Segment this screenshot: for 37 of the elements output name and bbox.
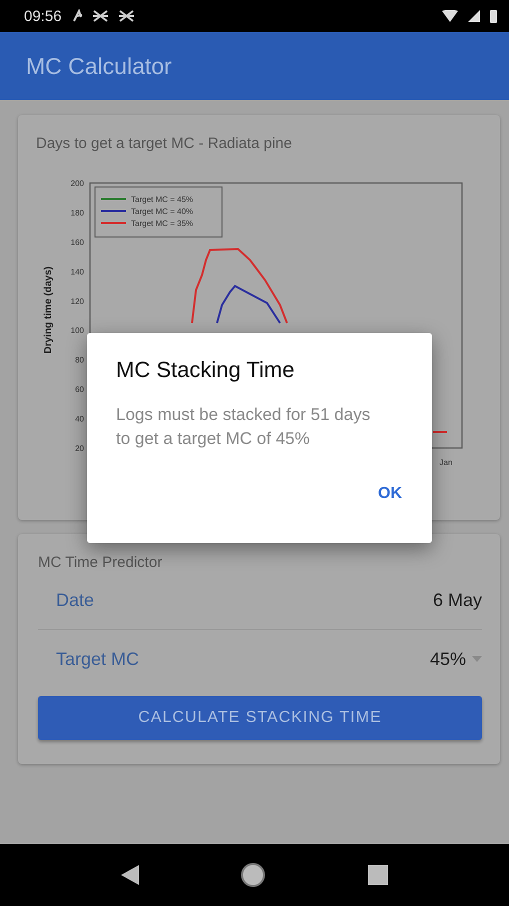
legend-label: Target MC = 40% [131,207,194,216]
field-label: Target MC [56,648,140,670]
y-tick-label: 40 [75,414,84,424]
x-tick-label: Jan [440,458,452,467]
app-title: MC Calculator [26,52,172,80]
y-tick-label: 160 [70,238,84,247]
dialog-message: Logs must be stacked for 51 days to get a target MC of 45% [116,404,372,450]
y-tick-label: 200 [70,179,84,188]
battery-icon [490,9,497,23]
y-tick-label: 120 [70,296,84,306]
chart-title: Days to get a target MC - Radiata pine [36,135,293,152]
y-tick-label: 140 [70,267,84,276]
notification-icon [92,9,109,23]
legend-label: Target MC = 35% [131,219,194,228]
notification-icon [118,9,135,23]
y-tick-label: 60 [75,385,84,394]
recents-icon[interactable] [368,865,388,885]
caret-icon [472,656,482,662]
home-icon[interactable] [241,863,266,887]
y-tick-label: 80 [75,356,84,365]
chart-line [433,431,447,433]
back-icon[interactable] [121,865,140,885]
y-tick-label: 180 [70,208,84,218]
ok-button[interactable]: OK [368,479,412,509]
dialog-title: MC Stacking Time [116,357,296,383]
arrow-icon [72,9,83,23]
legend-label: Target MC = 45% [131,195,194,204]
status-time: 09:56 [24,8,62,24]
y-tick-label: 100 [70,326,84,336]
y-tick-label: 20 [75,444,84,453]
signal-icon [468,10,480,22]
date-value[interactable]: 6 May [432,590,482,610]
card-title: MC Time Predictor [38,554,164,571]
field-label: Date [56,590,94,610]
target-mc-dropdown[interactable]: 45% [430,648,482,670]
wifi-icon [442,10,458,22]
y-axis-label: Drying time (days) [43,266,54,354]
